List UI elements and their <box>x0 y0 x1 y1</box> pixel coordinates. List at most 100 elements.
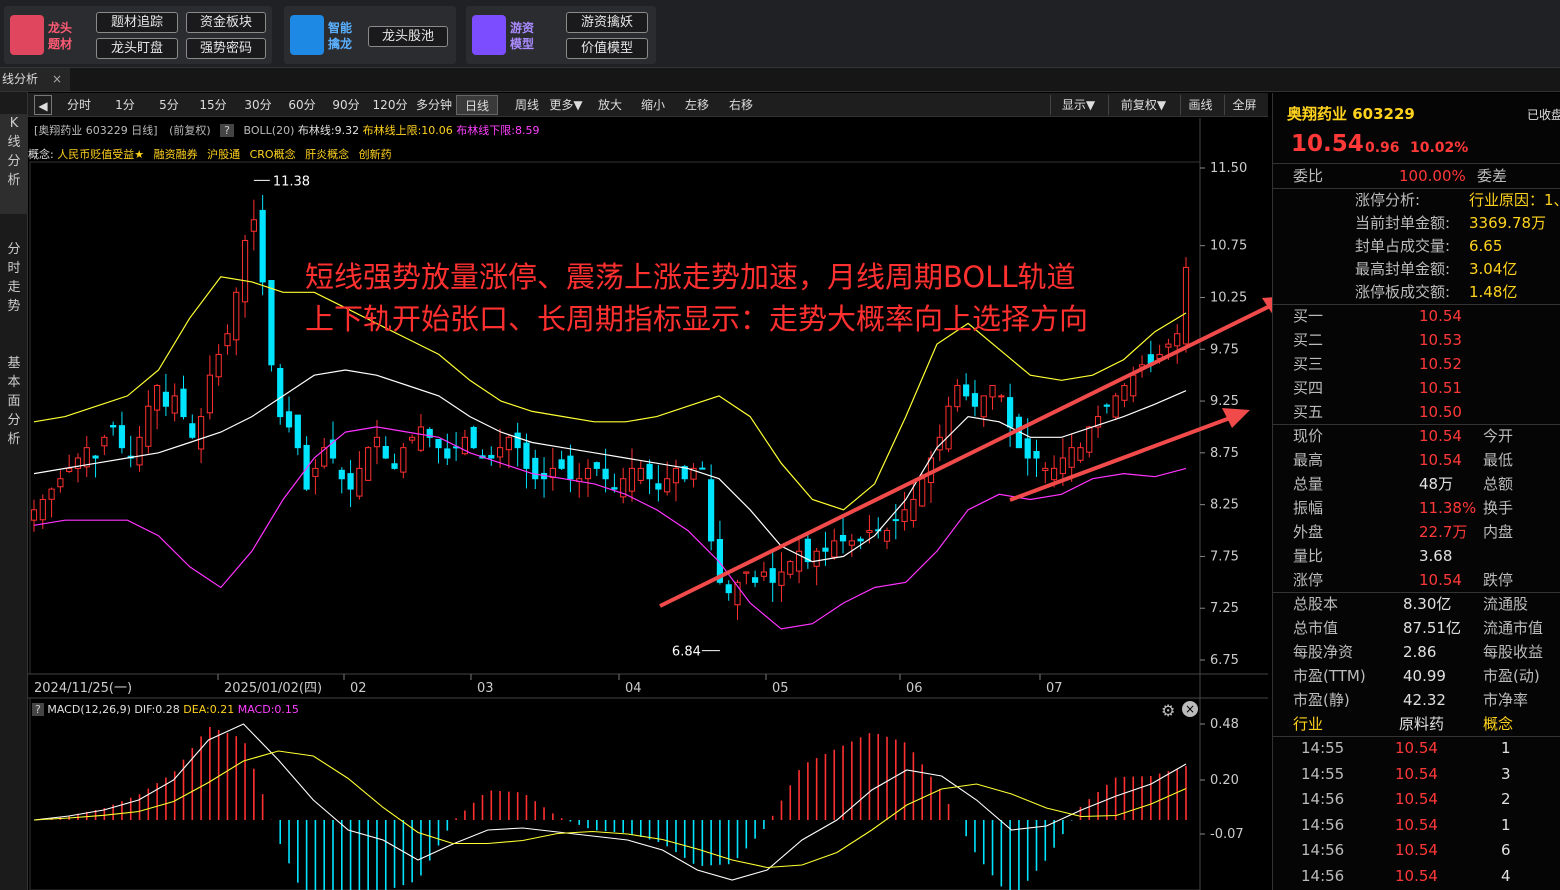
bid-price: 10.53 <box>1419 331 1462 349</box>
stat-value: 11.38% <box>1419 499 1477 517</box>
stat-label: 最高 <box>1293 451 1324 469</box>
tick-volume: 4 <box>1501 866 1511 885</box>
candle-body <box>215 353 222 378</box>
candle-body <box>699 467 706 470</box>
candle-body <box>206 374 213 414</box>
close-icon[interactable]: × <box>1182 701 1198 717</box>
candle-body <box>839 534 847 542</box>
concept-tag[interactable]: 沪股通 <box>207 148 240 161</box>
stat-label: 今开 <box>1483 427 1514 445</box>
trend-arrow-upper <box>659 303 1272 608</box>
date-tick-label: 06 <box>906 681 923 696</box>
high-marker: 11.38 <box>273 174 310 189</box>
candle-body <box>118 425 126 449</box>
help-icon[interactable]: ? <box>220 124 235 137</box>
candle-body <box>391 463 398 469</box>
stat-label: 换手 <box>1483 499 1514 517</box>
candle-body <box>532 457 539 480</box>
candle-body <box>136 436 143 466</box>
candle-body <box>277 367 284 418</box>
fund-label: 流通股 <box>1483 595 1529 613</box>
candle-body <box>523 442 530 469</box>
price-change-pct: 10.02% <box>1410 140 1469 156</box>
limit-label: 涨停板成交额: <box>1355 283 1451 301</box>
candle-body <box>708 479 715 542</box>
concept-tag[interactable]: 创新药 <box>359 148 392 161</box>
fund-label: 每股净资 <box>1293 643 1354 661</box>
candle-body <box>92 455 99 459</box>
limit-label: 当前封单金额: <box>1355 214 1451 232</box>
candle-body <box>725 584 732 594</box>
macd-dea: DEA:0.21 <box>183 703 235 716</box>
candle-body <box>294 414 301 449</box>
price-tick-label: 7.75 <box>1210 549 1239 564</box>
stat-label: 量比 <box>1293 547 1324 565</box>
tick-time: 14:55 <box>1301 764 1345 783</box>
low-marker: 6.84 <box>672 645 701 660</box>
candle-body <box>312 467 319 477</box>
gear-icon[interactable]: ⚙ <box>1161 701 1175 720</box>
candle-body <box>848 540 855 546</box>
concept-tag[interactable]: 融资融券 <box>154 148 198 161</box>
stat-label: 总量 <box>1293 475 1324 493</box>
price-tick-label: 8.75 <box>1210 446 1239 461</box>
tick-time: 14:56 <box>1301 866 1345 885</box>
bid-price: 10.50 <box>1419 403 1462 421</box>
stat-value: 3.68 <box>1419 547 1453 565</box>
candle-body <box>347 473 354 490</box>
quote-panel: 奥翔药业 603229 已收盘 10.54 0.96 10.02% 委比 100… <box>1272 93 1560 890</box>
concept-tag[interactable]: 人民币贬值受益★ <box>57 148 144 161</box>
candle-body <box>743 571 750 574</box>
tick-price: 10.54 <box>1395 790 1438 808</box>
fund-value: 40.99 <box>1403 667 1446 685</box>
stat-label: 总额 <box>1483 475 1514 493</box>
limit-label: 最高封单金额: <box>1355 260 1451 278</box>
candle-body <box>171 395 178 414</box>
limit-value: 6.65 <box>1469 237 1503 255</box>
candle-body <box>356 467 363 497</box>
fund-value: 2.86 <box>1403 643 1437 661</box>
industry-value[interactable]: 原料药 <box>1399 713 1444 735</box>
candle-body <box>233 291 240 341</box>
candle-body <box>778 571 785 586</box>
annotation-line: 短线强势放量涨停、震荡上涨走势加速，月线周期BOLL轨道 <box>305 260 1076 294</box>
candle-body <box>813 550 820 567</box>
macd-dif: DIF:0.28 <box>134 703 180 716</box>
macd-tick-label: 0.48 <box>1210 717 1239 732</box>
concept-tag[interactable]: 肝炎概念 <box>305 148 349 161</box>
candle-body <box>567 455 574 480</box>
fund-label: 总股本 <box>1293 595 1339 613</box>
fund-label: 流通市值 <box>1483 619 1544 637</box>
stat-label: 外盘 <box>1293 523 1324 541</box>
tick-price: 10.54 <box>1395 866 1438 885</box>
fund-label: 市盈(静) <box>1293 691 1350 709</box>
macd-pane-border <box>29 697 1201 890</box>
price-change: 0.96 <box>1365 140 1400 156</box>
candle-body <box>1007 397 1014 428</box>
candle-body <box>1059 457 1066 475</box>
candle-body <box>1024 438 1031 459</box>
candle-body <box>866 530 873 533</box>
candle-body <box>901 509 908 522</box>
candle-body <box>1112 395 1119 418</box>
candle-body <box>857 538 864 542</box>
concept-tag[interactable]: CRO概念 <box>250 148 296 161</box>
macd-tick-label: 0.20 <box>1210 773 1239 788</box>
limit-label: 涨停分析: <box>1355 191 1421 209</box>
candle-body <box>919 478 926 507</box>
price-tick-label: 9.25 <box>1210 394 1239 409</box>
candle-body <box>787 561 794 575</box>
candle-body <box>57 478 64 488</box>
market-status: 已收盘 <box>1527 108 1560 122</box>
stat-label: 内盘 <box>1483 523 1514 541</box>
concept-label[interactable]: 概念 <box>1483 713 1513 735</box>
help-icon[interactable]: ? <box>32 703 44 716</box>
candle-body <box>285 411 293 428</box>
chart-info-bar: [奥翔药业 603229 日线] (前复权) ? BOLL(20) 布林线:9.… <box>28 118 1268 162</box>
fund-label: 总市值 <box>1293 619 1339 637</box>
candle-body <box>470 426 477 449</box>
date-tick-label: 2024/11/25(一) <box>34 681 132 696</box>
limit-value: 3.04亿 <box>1469 260 1518 278</box>
candle-body <box>971 393 979 407</box>
price-tick-label: 7.25 <box>1210 601 1239 616</box>
